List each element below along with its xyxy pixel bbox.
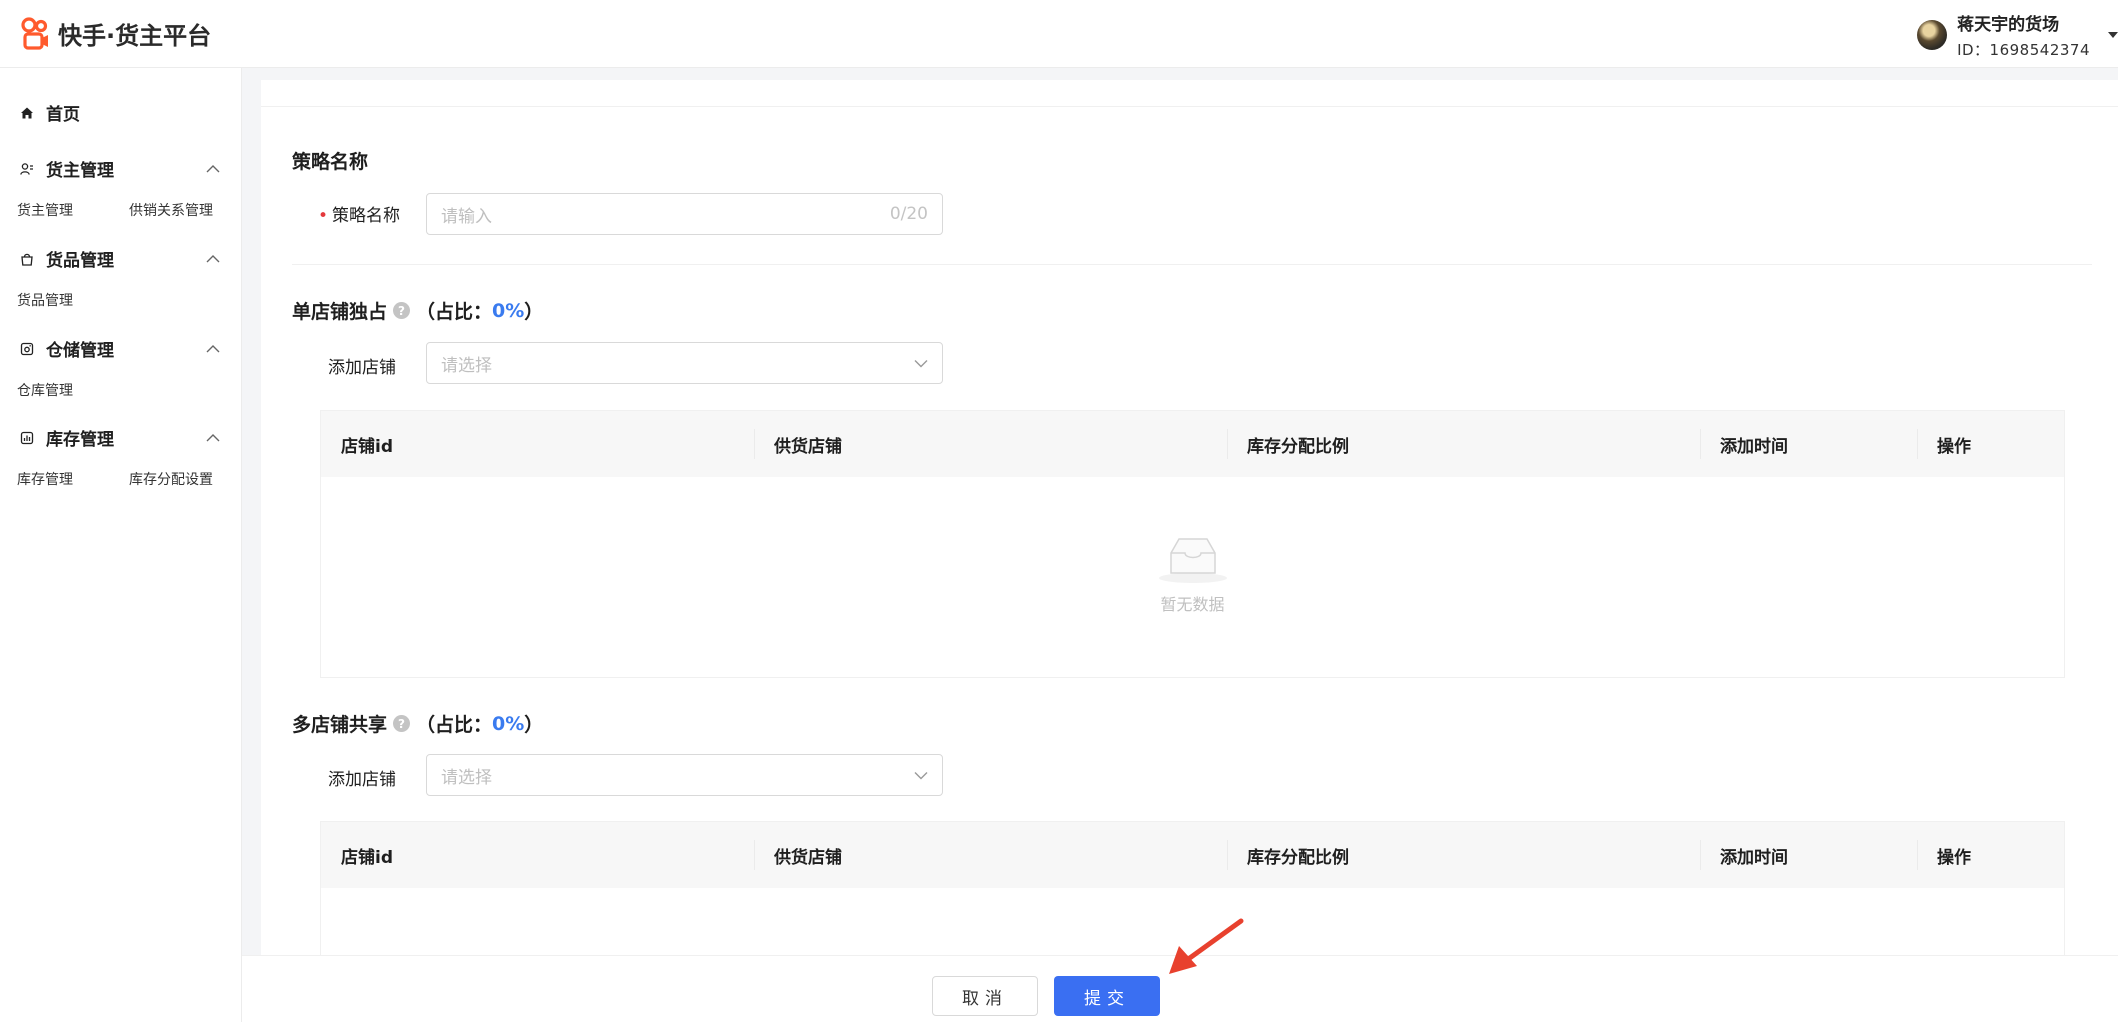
add-store-select-shared[interactable]: 请选择 [426, 754, 943, 796]
sidebar: 首页 货主管理 货主管理 供销关系管理 货品管理 货品管理 仓储管理 仓库管理 … [0, 68, 242, 1022]
sidebar-group-inventory: 库存管理 库存管理 库存分配设置 [17, 425, 220, 489]
home-icon [21, 107, 33, 118]
add-store-label: 添加店铺 [328, 358, 396, 378]
chevron-up-icon[interactable] [206, 433, 220, 443]
chevron-down-icon[interactable] [914, 359, 928, 368]
empty-state: 暂无数据 [1157, 533, 1229, 615]
user-name: 蒋天宇的货场 [1957, 15, 2060, 35]
help-icon[interactable]: ? [393, 302, 411, 319]
strategy-name-input[interactable]: 请输入 0/20 [426, 193, 943, 235]
app-title: 快手·货主平台 [58, 22, 212, 50]
column-header-allocation-ratio: 库存分配比例 [1227, 822, 1700, 888]
add-store-placeholder: 请选择 [441, 355, 492, 376]
chevron-up-icon[interactable] [206, 344, 220, 354]
ratio-value: 0% [492, 712, 525, 735]
column-header-store-id: 店铺id [341, 436, 393, 457]
column-header-actions: 操作 [1917, 411, 2064, 477]
user-menu[interactable]: 蒋天宇的货场 ID：1698542374 [1917, 10, 2118, 60]
sidebar-group-head-goods[interactable]: 货品管理 [20, 246, 220, 271]
empty-text: 暂无数据 [1160, 595, 1225, 614]
sidebar-group-storage: 仓储管理 仓库管理 [17, 336, 220, 400]
ratio-suffix: ） [524, 714, 544, 736]
column-header-allocation-ratio: 库存分配比例 [1227, 411, 1700, 477]
empty-inbox-icon [1158, 538, 1227, 583]
caret-down-icon[interactable] [2108, 32, 2118, 38]
sidebar-item-owner-manage[interactable]: 货主管理 [17, 200, 73, 220]
sidebar-item-label: 首页 [46, 105, 80, 125]
char-count: 0/20 [889, 204, 928, 224]
column-header-actions: 操作 [1917, 822, 2064, 888]
sidebar-item-warehouse-manage[interactable]: 仓库管理 [17, 380, 73, 400]
sidebar-item-home[interactable]: 首页 [20, 100, 80, 125]
section-title-single-store: 单店铺独占 ? （占比： 0%） [292, 297, 543, 324]
user-group-icon [20, 162, 33, 175]
section-title-text: 策略名称 [292, 151, 369, 173]
ratio-prefix: （占比： [416, 714, 493, 736]
help-icon[interactable]: ? [393, 715, 411, 732]
sidebar-group-goods: 货品管理 货品管理 [17, 246, 220, 310]
warehouse-icon [20, 342, 34, 355]
table-header: 店铺id 供货店铺 库存分配比例 添加时间 操作 [321, 411, 2064, 477]
sidebar-group-head-owner[interactable]: 货主管理 [20, 156, 220, 181]
column-header-supply-store: 供货店铺 [754, 822, 1227, 888]
divider [261, 106, 2118, 107]
chevron-up-icon[interactable] [206, 254, 220, 264]
arrow-annotation-icon [1169, 918, 1244, 974]
strategy-name-placeholder: 请输入 [441, 206, 492, 227]
add-store-label: 添加店铺 [328, 770, 396, 790]
sidebar-item-inventory-allocation[interactable]: 库存分配设置 [129, 469, 213, 489]
single-store-table: 店铺id 供货店铺 库存分配比例 添加时间 操作 暂无数据 [320, 410, 2065, 678]
section-title-strategy-name: 策略名称 [292, 147, 368, 174]
cancel-button[interactable]: 取消 [932, 976, 1038, 1016]
chevron-down-icon[interactable] [914, 771, 928, 780]
sidebar-group-label: 货品管理 [46, 251, 114, 271]
chevron-up-icon[interactable] [206, 164, 220, 174]
column-header-add-time: 添加时间 [1700, 411, 1917, 477]
sidebar-group-label: 货主管理 [46, 161, 114, 181]
sidebar-item-inventory-manage[interactable]: 库存管理 [17, 469, 73, 489]
add-store-placeholder: 请选择 [441, 767, 492, 788]
column-header-store-id: 店铺id [341, 847, 393, 868]
strategy-name-label-text: 策略名称 [332, 206, 401, 226]
table-body: 暂无数据 [321, 477, 2064, 677]
divider [292, 264, 2092, 265]
sidebar-group-head-storage[interactable]: 仓储管理 [20, 336, 220, 361]
bag-icon [21, 253, 33, 266]
table-header: 店铺id 供货店铺 库存分配比例 添加时间 操作 [321, 822, 2064, 888]
sidebar-group-owner: 货主管理 货主管理 供销关系管理 [17, 156, 220, 220]
kuaishou-logo-icon [21, 16, 48, 50]
required-mark: • [318, 206, 329, 226]
ratio-value: 0% [492, 299, 525, 322]
sidebar-group-label: 库存管理 [46, 430, 114, 450]
add-store-select[interactable]: 请选择 [426, 342, 943, 384]
sidebar-item-goods-manage[interactable]: 货品管理 [17, 290, 73, 310]
section-title-text: 多店铺共享 [292, 714, 388, 736]
section-title-text: 单店铺独占 [292, 301, 388, 323]
sidebar-group-head-inventory[interactable]: 库存管理 [20, 425, 220, 450]
strategy-name-label: • 策略名称 [318, 201, 400, 226]
logo[interactable]: 快手·货主平台 [20, 16, 211, 51]
ratio-prefix: （占比： [416, 301, 493, 323]
avatar[interactable] [1917, 20, 1948, 50]
column-header-add-time: 添加时间 [1700, 822, 1917, 888]
sidebar-item-supply-relation[interactable]: 供销关系管理 [129, 200, 213, 220]
chart-icon [20, 431, 34, 444]
ratio-suffix: ） [524, 301, 544, 323]
section-title-multi-store: 多店铺共享 ? （占比： 0%） [292, 710, 543, 737]
submit-button[interactable]: 提交 [1054, 976, 1160, 1016]
top-header: 快手·货主平台 蒋天宇的货场 ID：1698542374 [0, 0, 2118, 68]
sidebar-group-label: 仓储管理 [46, 341, 114, 361]
column-header-supply-store: 供货店铺 [754, 411, 1227, 477]
user-id: ID：1698542374 [1957, 41, 2090, 59]
